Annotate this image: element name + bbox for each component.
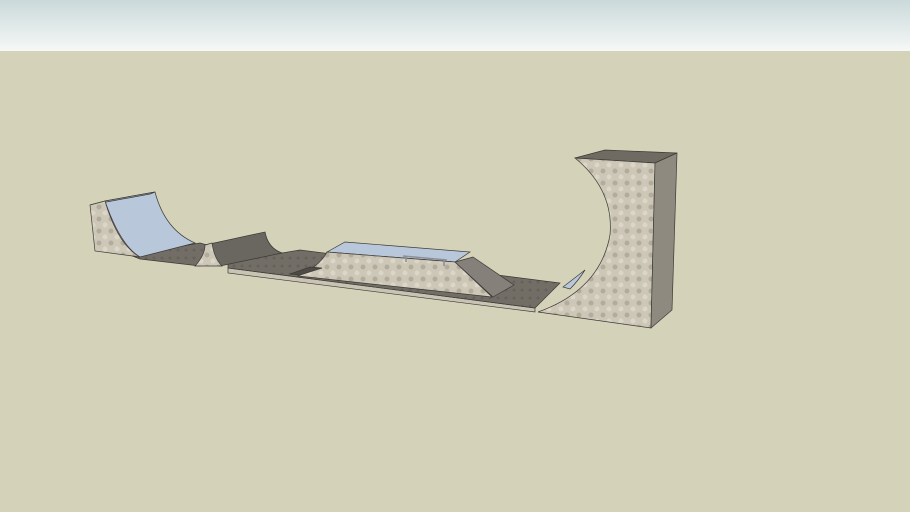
sky — [0, 0, 910, 51]
viewport-3d[interactable] — [0, 0, 910, 512]
